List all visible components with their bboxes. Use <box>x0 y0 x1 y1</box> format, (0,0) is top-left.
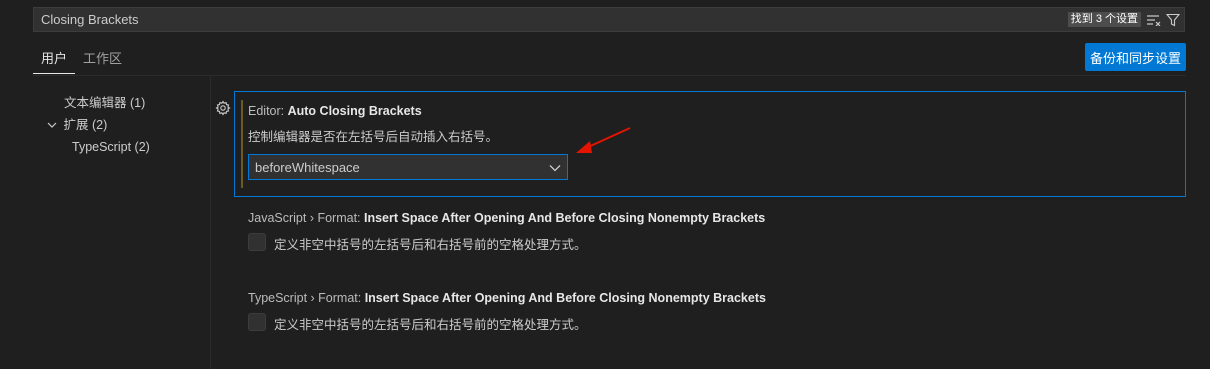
clear-filter-icon[interactable] <box>1144 11 1162 29</box>
auto-closing-brackets-select[interactable]: beforeWhitespace <box>248 154 568 180</box>
settings-search-input[interactable] <box>34 8 1068 31</box>
toc-item-typescript[interactable]: TypeScript (2) <box>40 136 210 158</box>
setting-description: 定义非空中括号的左括号后和右括号前的空格处理方式。 <box>274 238 587 252</box>
setting-description: 定义非空中括号的左括号后和右括号前的空格处理方式。 <box>274 318 587 332</box>
toc-item-label: TypeScript <box>72 140 132 154</box>
header-divider <box>33 75 1186 76</box>
toc-item-text-editor[interactable]: 文本编辑器 (1) <box>40 92 210 114</box>
backup-sync-settings-button[interactable]: 备份和同步设置 <box>1085 43 1186 71</box>
javascript-bracket-space-checkbox[interactable] <box>248 233 266 251</box>
typescript-bracket-space-checkbox[interactable] <box>248 313 266 331</box>
toc-item-label: 扩展 <box>63 118 89 132</box>
setting-category: JavaScript › Format: <box>248 211 364 225</box>
setting-editor-auto-closing-brackets: Editor: Auto Closing Brackets 控制编辑器是否在左括… <box>234 91 1186 197</box>
setting-description: 控制编辑器是否在左括号后自动插入右括号。 <box>248 130 499 144</box>
chevron-down-icon <box>549 160 561 175</box>
toc-item-count: (1) <box>130 96 146 110</box>
search-result-count: 找到 3 个设置 <box>1067 12 1141 27</box>
filter-icon[interactable] <box>1164 11 1182 29</box>
chevron-down-icon[interactable] <box>44 114 60 136</box>
setting-name: Auto Closing Brackets <box>287 104 422 118</box>
toc-divider <box>210 76 211 369</box>
settings-toc: 文本编辑器 (1) 扩展 (2) TypeScript (2) <box>40 92 210 158</box>
setting-name: Insert Space After Opening And Before Cl… <box>364 291 766 305</box>
toc-item-extensions[interactable]: 扩展 (2) <box>40 114 210 136</box>
setting-title-typescript-format: TypeScript › Format: Insert Space After … <box>248 291 766 305</box>
setting-title: Editor: Auto Closing Brackets <box>248 104 422 118</box>
setting-category: TypeScript › Format: <box>248 291 365 305</box>
modified-indicator <box>241 100 243 188</box>
toc-item-label: 文本编辑器 <box>64 96 127 110</box>
setting-category: Editor: <box>248 104 288 118</box>
settings-search-box[interactable]: 找到 3 个设置 <box>33 7 1185 32</box>
toc-item-count: (2) <box>91 118 108 132</box>
toc-item-count: (2) <box>134 140 150 154</box>
setting-title-javascript-format: JavaScript › Format: Insert Space After … <box>248 211 765 225</box>
annotation-arrow-icon <box>576 127 631 153</box>
gear-icon[interactable] <box>215 100 231 116</box>
tab-workspace[interactable]: 工作区 <box>75 44 130 74</box>
select-value: beforeWhitespace <box>255 159 360 175</box>
setting-name: Insert Space After Opening And Before Cl… <box>364 211 766 225</box>
tab-user[interactable]: 用户 <box>33 44 76 74</box>
settings-scope-tabs: 用户 工作区 <box>33 44 130 74</box>
